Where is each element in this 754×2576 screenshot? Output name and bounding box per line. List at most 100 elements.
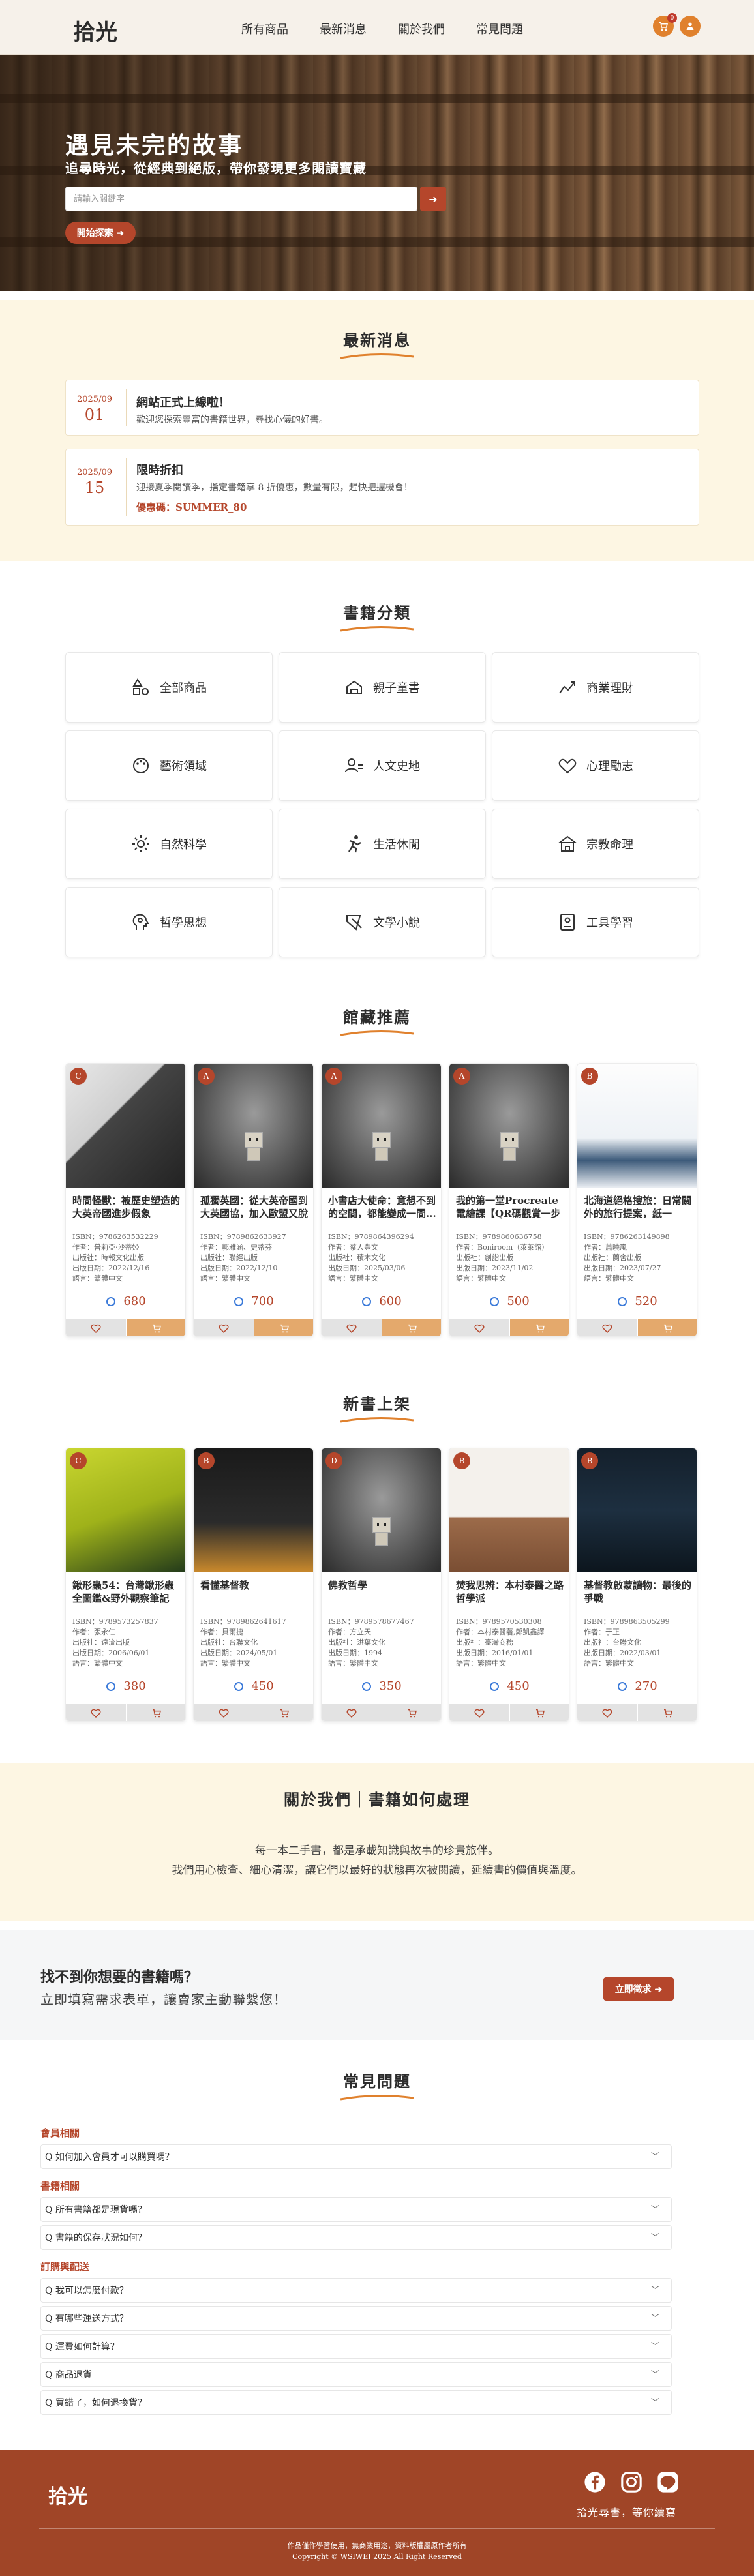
new-arrival-book-card[interactable]: D 佛教哲學 ISBN：9789578677467 作者：方立天 出版社：洪葉文化 出版日… <box>321 1448 442 1722</box>
book-title[interactable]: 孤獨英國：從大英帝國到大英國協，加入歐盟又脫歐 <box>200 1194 309 1221</box>
book-title[interactable]: 焚我思辨：本村泰醫之路哲學派 <box>456 1579 564 1606</box>
faq-question-row[interactable]: Q 如何加入會員才可以購買嗎？ ﹀ <box>40 2144 672 2169</box>
request-now-button[interactable]: 立即徵求 ➜ <box>603 1977 674 2001</box>
add-to-cart-button[interactable] <box>638 1704 697 1721</box>
new-arrival-book-card[interactable]: B 焚我思辨：本村泰醫之路哲學派 ISBN：9789570530308 作者：本村泰醫… <box>449 1448 569 1722</box>
faq-question-row[interactable]: Q 我可以怎麼付款？ ﹀ <box>40 2278 672 2303</box>
line-icon[interactable] <box>657 2471 679 2493</box>
coin-icon <box>234 1297 244 1306</box>
book-author: 作者：貝爾捷 <box>200 1628 243 1636</box>
category-label: 自然科學 <box>160 838 207 852</box>
add-to-wishlist-button[interactable] <box>194 1704 254 1721</box>
new-arrival-book-card[interactable]: B 基督教啟蒙讀物：最後的爭戰 ISBN：9789863505299 作者：于正 出版社… <box>577 1448 697 1722</box>
category-art-tile[interactable]: 藝術領域 <box>65 730 273 801</box>
add-to-wishlist-button[interactable] <box>577 1704 637 1721</box>
add-to-wishlist-button[interactable] <box>322 1319 382 1336</box>
featured-book-card[interactable]: A 小書店大使命：意想不到的空間，都能變成一間... ISBN：9789864396… <box>321 1063 442 1337</box>
add-to-wishlist-button[interactable] <box>322 1704 382 1721</box>
add-to-cart-button[interactable] <box>510 1704 569 1721</box>
price-value: 450 <box>507 1679 530 1693</box>
category-literature-icon <box>346 915 362 931</box>
faq-question-row[interactable]: Q 商品退貨 ﹀ <box>40 2362 672 2387</box>
cta-title: 找不到你想要的書籍嗎？ <box>40 1969 199 1986</box>
add-to-wishlist-button[interactable] <box>577 1319 637 1336</box>
instagram-icon[interactable] <box>620 2471 642 2493</box>
category-tools-tile[interactable]: 工具學習 <box>492 887 699 957</box>
category-literature-tile[interactable]: 文學小說 <box>279 887 486 957</box>
add-to-wishlist-button[interactable] <box>66 1319 126 1336</box>
new-arrival-book-card[interactable]: B 看懂基督教 ISBN：9789862641617 作者：貝爾捷 出版社：台聯文化 出版… <box>193 1448 314 1722</box>
user-icon[interactable] <box>680 16 701 37</box>
add-to-wishlist-button[interactable] <box>66 1704 126 1721</box>
news-card-1[interactable]: 2025/09 01 網站正式上線啦！ 歡迎您探索豐富的書籍世界，尋找心儀的好書。 <box>65 380 699 436</box>
nav-link-about[interactable]: 關於我們 <box>398 20 445 37</box>
book-title[interactable]: 看懂基督教 <box>200 1579 309 1606</box>
add-to-cart-button[interactable] <box>510 1319 569 1336</box>
book-title[interactable]: 北海道絕格搜旅：日常關外的旅行提案，紙一 <box>584 1194 692 1221</box>
category-kids-tile[interactable]: 親子童書 <box>279 652 486 723</box>
footer-logo[interactable]: 拾光 <box>48 2480 87 2509</box>
site-logo[interactable]: 拾光 <box>73 14 117 46</box>
chevron-down-icon: ﹀ <box>650 2286 659 2296</box>
swoosh-decoration <box>340 1416 414 1423</box>
book-title[interactable]: 我的第一堂Procreate電繪課【QR碼觀賞一步一步教學】 <box>456 1194 564 1221</box>
add-to-wishlist-button[interactable] <box>449 1704 509 1721</box>
category-philosophy-tile[interactable]: 哲學思想 <box>65 887 273 957</box>
add-to-cart-button[interactable] <box>254 1319 313 1336</box>
add-to-cart-button[interactable] <box>127 1319 185 1336</box>
book-title[interactable]: 小書店大使命：意想不到的空間，都能變成一間... <box>328 1194 436 1221</box>
category-label: 文學小說 <box>373 916 420 930</box>
category-label: 全部商品 <box>160 681 207 695</box>
book-title[interactable]: 基督教啟蒙讀物：最後的爭戰 <box>584 1579 692 1606</box>
featured-book-card[interactable]: A 我的第一堂Procreate電繪課【QR碼觀賞一步一步教學】 ISBN：9789… <box>449 1063 569 1337</box>
book-author: 作者：方立天 <box>328 1628 371 1636</box>
faq-heading: 常見問題 <box>0 2069 754 2102</box>
category-religion-tile[interactable]: 宗教命理 <box>492 809 699 879</box>
faq-question-row[interactable]: Q 運費如何計算？ ﹀ <box>40 2334 672 2359</box>
categories-heading: 書籍分類 <box>0 600 754 633</box>
book-publisher: 出版社：創詣出版 <box>456 1253 513 1262</box>
category-humanities-tile[interactable]: 人文史地 <box>279 730 486 801</box>
featured-book-card[interactable]: C 時間怪獸：被歷史塑造的大英帝國進步假象 ISBN：9786263532229 作者… <box>65 1063 186 1337</box>
category-psychology-tile[interactable]: 心理勵志 <box>492 730 699 801</box>
category-lifestyle-tile[interactable]: 生活休閒 <box>279 809 486 879</box>
cart-icon <box>408 1709 417 1718</box>
featured-book-card[interactable]: A 孤獨英國：從大英帝國到大英國協，加入歐盟又脫歐 ISBN：97898626339… <box>193 1063 314 1337</box>
featured-book-card[interactable]: B 北海道絕格搜旅：日常關外的旅行提案，紙一 ISBN：9786263149898 作… <box>577 1063 697 1337</box>
start-explore-button[interactable]: 開始探索 ➜ <box>65 222 136 244</box>
book-title[interactable]: 鍬形蟲54：台灣鍬形蟲全圖鑑&野外觀察筆記 <box>72 1579 181 1606</box>
book-title[interactable]: 時間怪獸：被歷史塑造的大英帝國進步假象 <box>72 1194 181 1221</box>
add-to-cart-button[interactable] <box>638 1319 697 1336</box>
nav-link-all-products[interactable]: 所有商品 <box>241 20 288 37</box>
add-to-wishlist-button[interactable] <box>449 1319 509 1336</box>
add-to-cart-button[interactable] <box>382 1704 441 1721</box>
new-arrival-book-card[interactable]: C 鍬形蟲54：台灣鍬形蟲全圖鑑&野外觀察筆記 ISBN：9789573257837… <box>65 1448 186 1722</box>
coin-icon <box>362 1297 372 1306</box>
faq-question-row[interactable]: Q 書籍的保存狀況如何？ ﹀ <box>40 2225 672 2250</box>
search-submit-button[interactable]: ➜ <box>420 187 446 211</box>
swoosh-decoration <box>340 2094 414 2101</box>
faq-question-row[interactable]: Q 所有書籍都是現貨嗎？ ﹀ <box>40 2197 672 2222</box>
nav-link-faq[interactable]: 常見問題 <box>476 20 523 37</box>
faq-question-text: Q 如何加入會員才可以購買嗎？ <box>45 2152 174 2163</box>
book-meta: ISBN：9786263149898 作者：蕭曉嵐 出版社：蘭舍出版 出版日期：202… <box>584 1232 695 1284</box>
book-language: 語言：繁體中文 <box>200 1274 250 1283</box>
book-title[interactable]: 佛教哲學 <box>328 1579 436 1606</box>
category-science-tile[interactable]: 自然科學 <box>65 809 273 879</box>
facebook-icon[interactable] <box>584 2471 606 2493</box>
faq-question-text: Q 商品退貨 <box>45 2370 92 2380</box>
book-date: 出版日期：2022/12/10 <box>200 1264 278 1272</box>
faq-question-row[interactable]: Q 有哪些運送方式？ ﹀ <box>40 2306 672 2331</box>
book-isbn: ISBN：9786263149898 <box>584 1233 670 1241</box>
nav-link-news[interactable]: 最新消息 <box>320 20 367 37</box>
faq-question-row[interactable]: Q 買錯了，如何退換貨？ ﹀ <box>40 2390 672 2415</box>
add-to-cart-button[interactable] <box>127 1704 185 1721</box>
category-business-tile[interactable]: 商業理財 <box>492 652 699 723</box>
news-card-2[interactable]: 2025/09 15 限時折扣 迎接夏季閱讀季，指定書籍享 8 折優惠，數量有限，… <box>65 449 699 526</box>
add-to-cart-button[interactable] <box>382 1319 441 1336</box>
add-to-wishlist-button[interactable] <box>194 1319 254 1336</box>
cart-icon[interactable]: 0 <box>653 13 677 37</box>
category-all-tile[interactable]: 全部商品 <box>65 652 273 723</box>
add-to-cart-button[interactable] <box>254 1704 313 1721</box>
search-input[interactable]: 請輸入關鍵字 <box>65 187 417 211</box>
